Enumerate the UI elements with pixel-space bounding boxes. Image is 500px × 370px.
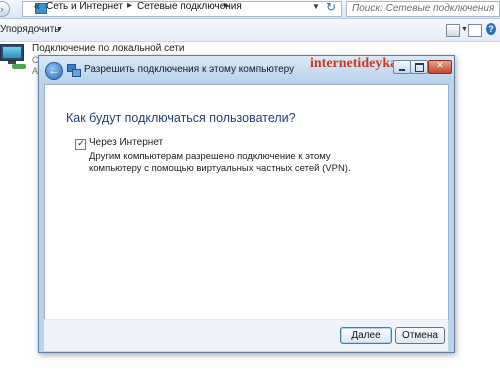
chevron-down-icon[interactable]: ▼ <box>461 26 468 33</box>
search-placeholder: Поиск: Сетевые подключения <box>352 3 495 14</box>
breadcrumb-separator-icon: ▸ <box>224 0 230 11</box>
checkmark-icon: ✓ <box>77 138 85 148</box>
allow-connections-dialog: ← Разрешить подключения к этому компьюте… <box>38 55 455 353</box>
search-input[interactable]: Поиск: Сетевые подключения <box>346 1 500 17</box>
maximize-button[interactable] <box>410 60 428 74</box>
breadcrumb-item-network[interactable]: Сеть и Интернет <box>46 1 123 12</box>
dialog-content: Как будут подключаться пользователи? ✓ Ч… <box>44 84 449 320</box>
view-options-icon[interactable] <box>446 24 460 37</box>
toolbar: Упорядочить ▼ ▼ ? <box>0 19 500 42</box>
dialog-titlebar[interactable]: ← Разрешить подключения к этому компьюте… <box>39 56 454 84</box>
address-dropdown-icon[interactable]: ▼ <box>312 2 320 11</box>
network-connection-icon <box>67 64 81 77</box>
via-internet-checkbox[interactable]: ✓ <box>75 138 86 150</box>
address-bar: › « Сеть и Интернет ▸ Сетевые подключени… <box>0 0 500 19</box>
organize-button[interactable]: Упорядочить <box>0 24 60 35</box>
dialog-footer: Далее Отмена <box>44 319 448 351</box>
breadcrumb-separator-icon: ▸ <box>127 0 133 11</box>
back-arrow-icon[interactable]: ← <box>45 62 63 80</box>
option-description: Другим компьютерам разрешено подключение… <box>89 151 351 174</box>
connection-name[interactable]: Подключение по локальной сети <box>32 43 185 54</box>
close-button[interactable] <box>428 60 452 74</box>
page-heading: Как будут подключаться пользователи? <box>66 111 296 125</box>
dialog-title: Разрешить подключения к этому компьютеру <box>84 64 295 75</box>
next-button[interactable]: Далее <box>340 327 392 344</box>
cancel-button[interactable]: Отмена <box>395 327 445 344</box>
forward-button[interactable]: › <box>0 1 10 17</box>
preview-pane-icon[interactable] <box>468 24 482 37</box>
chevron-down-icon[interactable]: ▼ <box>56 26 63 33</box>
minimize-button[interactable] <box>393 60 411 74</box>
refresh-icon[interactable]: ↻ <box>326 0 336 14</box>
monitor-network-icon[interactable] <box>0 44 26 70</box>
via-internet-label[interactable]: Через Интернет <box>89 137 163 148</box>
help-icon[interactable]: ? <box>486 23 496 35</box>
breadcrumb-prefix[interactable]: « <box>34 1 40 12</box>
